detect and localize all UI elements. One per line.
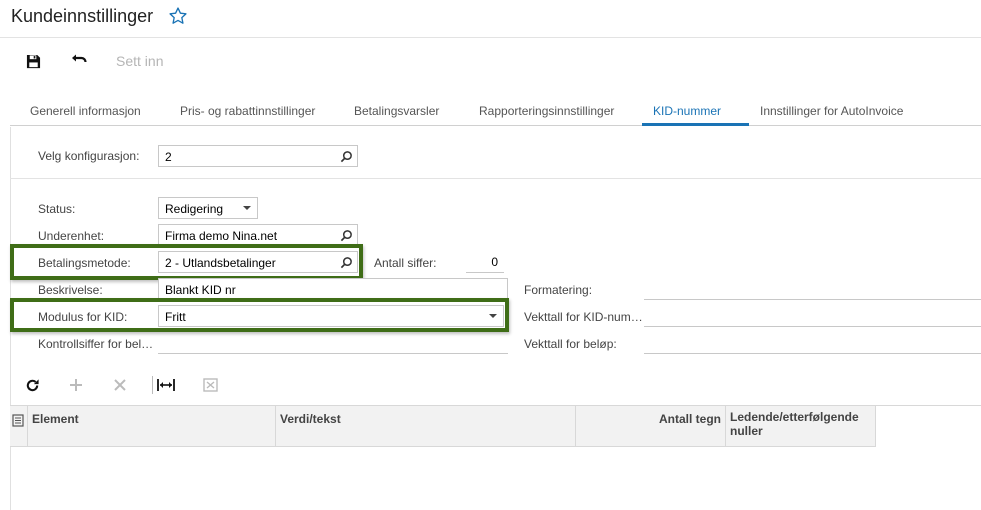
payment-method-value: 2 - Utlandsbetalinger [165,256,276,270]
weight-amount-input[interactable] [644,332,981,354]
export-excel-button[interactable] [200,375,220,395]
description-label: Beskrivelse: [38,283,103,297]
control-digit-input[interactable] [158,332,508,354]
modulus-dropdown[interactable]: Fritt [158,305,504,327]
formatting-input[interactable] [644,278,981,300]
subunit-input[interactable]: Firma demo Nina.net [158,224,358,246]
config-label: Velg konfigurasjon: [38,149,140,163]
refresh-button[interactable] [22,375,42,395]
title-bar: Kundeinnstillinger [0,0,981,38]
section-divider [10,178,981,179]
payment-method-label: Betalingsmetode: [38,256,131,270]
fit-columns-button[interactable] [156,375,176,395]
chevron-down-icon [489,314,497,318]
status-dropdown[interactable]: Redigering [158,197,258,219]
page-title: Kundeinnstillinger [11,6,154,26]
favorite-star-icon[interactable] [168,6,188,26]
grid-toolbar [10,370,981,400]
undo-button[interactable] [68,50,90,72]
add-row-button[interactable] [66,375,86,395]
tab-reporting-settings[interactable]: Rapporteringsinnstillinger [479,104,614,126]
search-icon[interactable] [340,150,353,163]
insert-button[interactable]: Sett inn [116,53,163,69]
weight-kid-input[interactable] [644,305,981,327]
modulus-value: Fritt [165,310,186,324]
save-button[interactable] [22,50,44,72]
subunit-label: Underenhet: [38,229,105,243]
modulus-label: Modulus for KID: [38,310,128,324]
column-char-count[interactable]: Antall tegn [576,406,726,446]
description-input[interactable]: Blankt KID nr [158,278,508,300]
search-icon[interactable] [340,256,353,269]
control-digit-label: Kontrollsiffer for bel… [38,337,154,351]
save-icon [26,54,40,68]
plus-icon [70,379,82,391]
main-toolbar: Sett inn [0,40,981,80]
column-element[interactable]: Element [28,406,276,446]
digits-label: Antall siffer: [374,256,437,270]
toolbar-separator [152,376,153,394]
chevron-down-icon [243,206,251,210]
digits-input[interactable]: 0 [466,251,504,273]
notes-icon [12,414,24,427]
status-label: Status: [38,202,76,216]
tab-payment-reminders[interactable]: Betalingsvarsler [354,104,439,126]
fit-width-icon [157,379,175,391]
close-icon [114,379,126,391]
tab-bar: Generell informasjon Pris- og rabattinns… [10,96,981,126]
weight-kid-label: Vekttall for KID-num… [524,310,643,324]
column-value-text[interactable]: Verdi/tekst [276,406,576,446]
config-input[interactable]: 2 [158,145,358,167]
grid-notes-column[interactable] [10,406,28,446]
excel-icon [202,378,218,392]
grid-header: Element Verdi/tekst Antall tegn Ledende/… [10,405,876,447]
tab-autoinvoice-settings[interactable]: Innstillinger for AutoInvoice [760,104,903,126]
tab-general-info[interactable]: Generell informasjon [30,104,141,126]
delete-row-button[interactable] [110,375,130,395]
undo-icon [72,54,87,63]
search-icon[interactable] [340,229,353,242]
active-tab-indicator [642,123,749,126]
subunit-value: Firma demo Nina.net [165,229,278,243]
refresh-icon [26,378,39,391]
formatting-label: Formatering: [524,283,593,297]
payment-method-input[interactable]: 2 - Utlandsbetalinger [158,251,358,273]
tab-price-discount[interactable]: Pris- og rabattinnstillinger [180,104,315,126]
config-value: 2 [165,150,172,164]
status-value: Redigering [165,202,224,216]
column-leading-zeros[interactable]: Ledende/etterfølgende nuller [726,406,876,446]
weight-amount-label: Vekttall for beløp: [524,337,617,351]
